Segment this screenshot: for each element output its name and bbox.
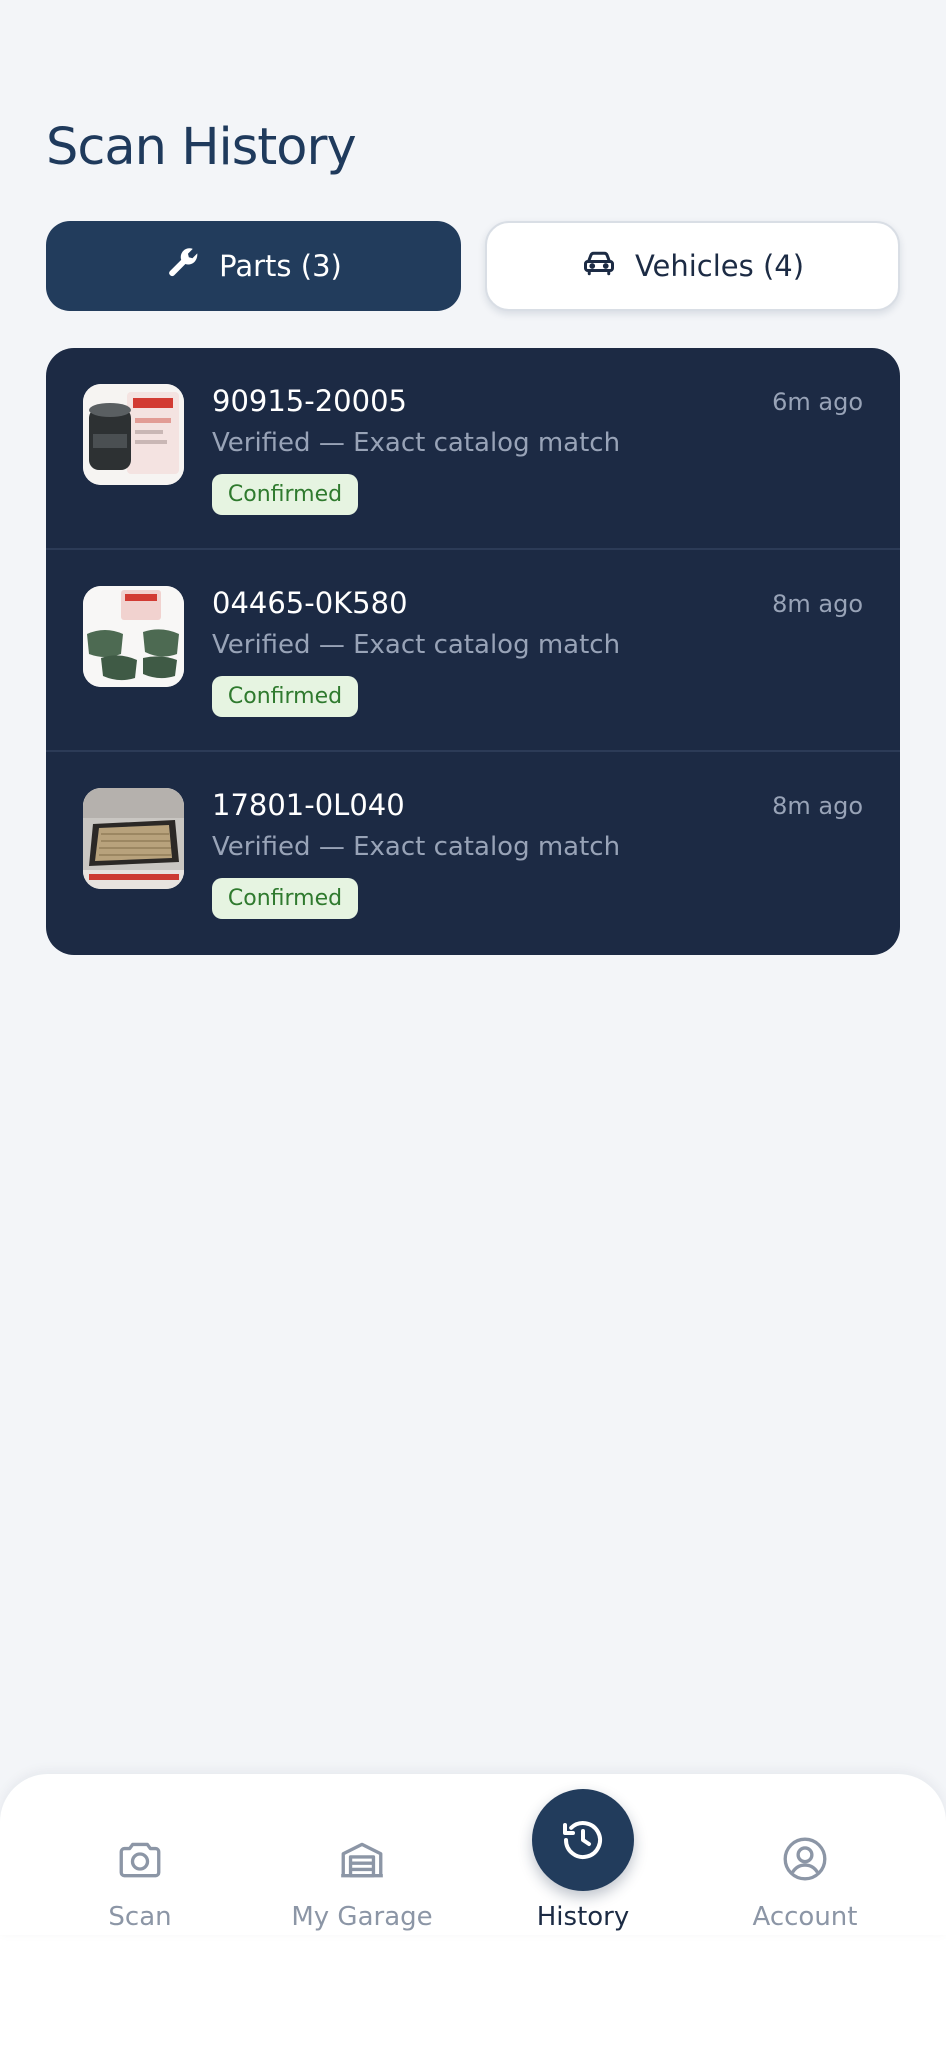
garage-icon [337,1834,387,1884]
wrench-icon [165,245,201,288]
status-badge: Confirmed [212,676,358,717]
match-description: Verified — Exact catalog match [212,428,621,458]
tab-vehicles-label: Vehicles (4) [634,249,805,283]
nav-label-history: History [536,1902,630,1932]
status-badge: Confirmed [212,878,358,919]
nav-label-my-garage: My Garage [291,1902,433,1932]
timestamp: 6m ago [772,388,863,416]
timestamp: 8m ago [772,792,863,820]
parts-history-list: 90915-20005 Verified — Exact catalog mat… [46,348,900,955]
list-item-part[interactable]: 04465-0K580 Verified — Exact catalog mat… [46,550,900,752]
camera-icon [115,1834,165,1884]
match-description: Verified — Exact catalog match [212,630,621,660]
account-icon [780,1834,830,1884]
tab-vehicles[interactable]: Vehicles (4) [485,221,900,311]
brake-pads-thumbnail [83,586,184,687]
nav-item-history[interactable]: History [483,1774,683,1935]
page-title: Scan History [46,118,357,177]
bottom-navigation: Scan My Garage History Account [0,1774,946,1935]
tab-parts[interactable]: Parts (3) [46,221,461,311]
status-badge: Confirmed [212,474,358,515]
timestamp: 8m ago [772,590,863,618]
part-number: 17801-0L040 [212,788,405,822]
nav-item-my-garage[interactable]: My Garage [262,1774,462,1935]
list-item-part[interactable]: 17801-0L040 Verified — Exact catalog mat… [46,752,900,954]
part-number: 90915-20005 [212,384,407,418]
nav-item-account[interactable]: Account [705,1774,905,1935]
air-filter-thumbnail [83,788,184,889]
nav-label-scan: Scan [108,1902,172,1932]
match-description: Verified — Exact catalog match [212,832,621,862]
car-icon [581,245,617,288]
list-item-part[interactable]: 90915-20005 Verified — Exact catalog mat… [46,348,900,550]
oil-filter-thumbnail [83,384,184,485]
app-screen: Scan History Parts (3) Vehicles (4) 9091… [0,0,946,1935]
tab-parts-label: Parts (3) [219,249,342,283]
part-number: 04465-0K580 [212,586,408,620]
nav-item-scan[interactable]: Scan [40,1774,240,1935]
nav-label-account: Account [752,1902,858,1932]
history-icon [532,1789,634,1891]
